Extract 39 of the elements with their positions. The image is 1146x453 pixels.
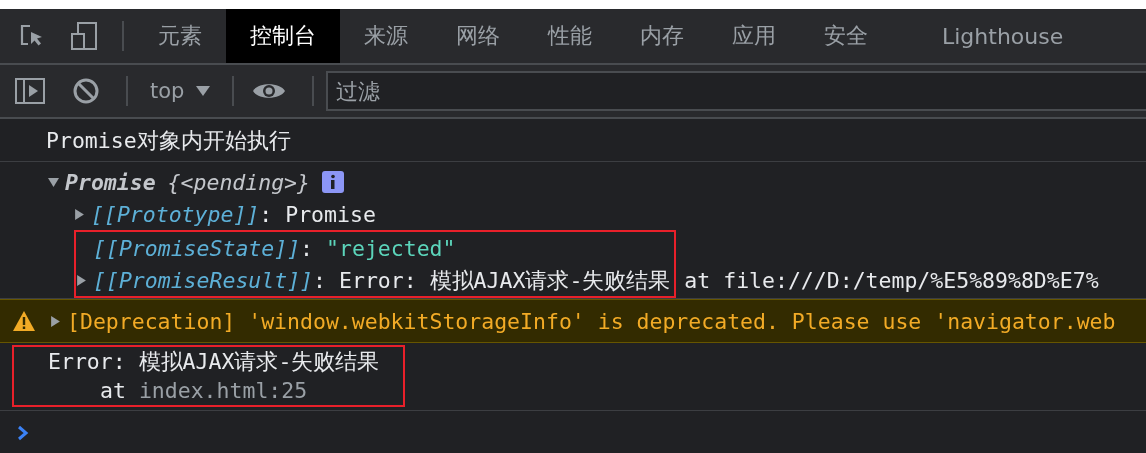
sidebar-toggle-icon[interactable] [14, 77, 46, 105]
property-colon: : [300, 235, 314, 261]
source-link[interactable]: index.html:25 [138, 378, 308, 403]
stack-at: at [100, 378, 126, 403]
clear-icon[interactable] [72, 77, 100, 105]
expand-arrow-icon[interactable] [76, 274, 87, 286]
property-key: [[PromiseState]] [93, 235, 301, 261]
property-value: Error: 模拟AJAX请求-失败结果 [339, 266, 672, 295]
object-name: Promise [65, 169, 156, 195]
expand-arrow-icon[interactable] [74, 208, 85, 220]
log-message: Promise对象内开始执行 [46, 126, 291, 155]
stack-trace-text: at file:///D:/temp/%E5%89%8D%E7% [684, 267, 1099, 293]
panel-tab[interactable]: 网络 [432, 9, 524, 63]
property-colon: : [259, 201, 273, 227]
property-value: "rejected" [326, 235, 456, 261]
panel-tab[interactable]: Lighthouse [892, 9, 1088, 63]
property-key: [[PromiseResult]] [93, 267, 314, 293]
caret-icon [196, 86, 211, 96]
panel-tab[interactable]: 应用 [708, 9, 800, 63]
device-icon[interactable] [70, 21, 98, 51]
panel-tab[interactable]: 内存 [616, 9, 708, 63]
prompt-chevron-icon [17, 425, 29, 441]
object-preview: {<pending>} [167, 169, 310, 195]
panel-tab[interactable]: 来源 [340, 9, 432, 63]
context-select[interactable]: top [146, 79, 215, 103]
panel-tab[interactable]: 元素 [134, 9, 226, 63]
error-message: Error: 模拟AJAX请求-失败结果 [48, 348, 380, 376]
panel-tab[interactable]: 性能 [524, 9, 616, 63]
expand-arrow-icon[interactable] [48, 176, 59, 188]
warning-icon [12, 310, 36, 332]
property-key: [[Prototype]] [91, 201, 260, 227]
expand-arrow-icon[interactable] [50, 315, 61, 327]
panel-tab[interactable]: 安全 [800, 9, 892, 63]
property-value: Promise [285, 201, 377, 227]
warning-message: [Deprecation] 'window.webkitStorageInfo' is deprecated. Please use 'navigator.web [67, 308, 1116, 334]
info-icon[interactable] [322, 171, 344, 193]
panel-tab[interactable]: 控制台 [226, 9, 340, 63]
property-colon: : [313, 267, 326, 293]
filter-field[interactable]: 过滤 [326, 71, 1146, 111]
